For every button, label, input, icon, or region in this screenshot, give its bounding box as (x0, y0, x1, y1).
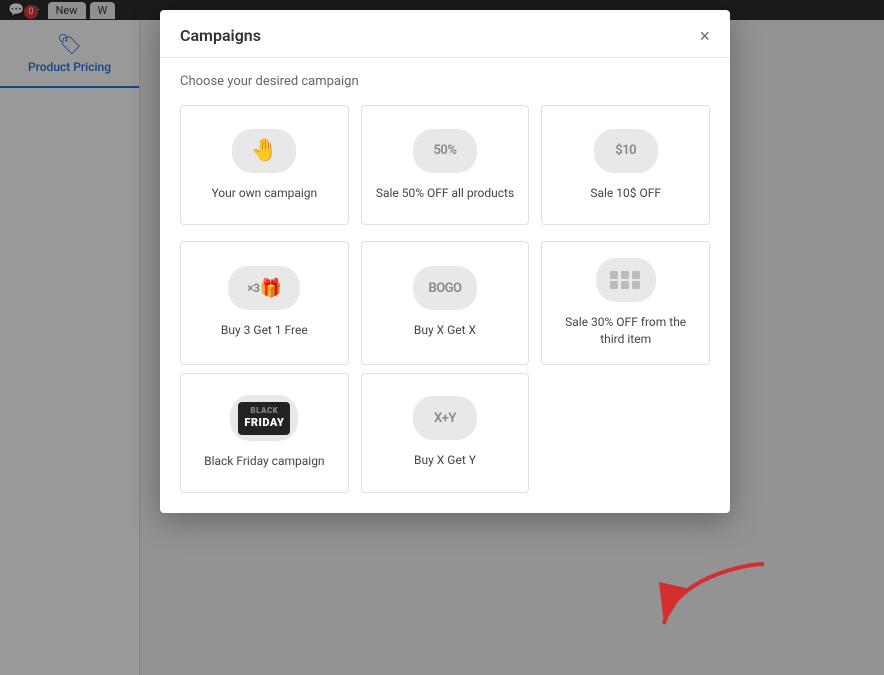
blackfriday-icon: BLACK FRIDAY (230, 395, 298, 441)
arrow-annotation (654, 559, 774, 643)
modal-title: Campaigns (180, 26, 261, 45)
buyxgety-icon: X+Y (413, 396, 477, 440)
campaign-card-sale10[interactable]: $10 Sale 10$ OFF (541, 105, 710, 225)
sale30-label: Sale 30% OFF from the third item (554, 314, 697, 348)
own-campaign-label: Your own campaign (211, 185, 317, 202)
campaign-card-buy3get1[interactable]: ×3 🎁 Buy 3 Get 1 Free (180, 241, 349, 365)
sale10-icon: $10 (594, 129, 658, 173)
sale10-label: Sale 10$ OFF (590, 185, 661, 202)
buyxgety-label: Buy X Get Y (414, 452, 476, 469)
campaign-card-sale50[interactable]: 50% Sale 50% OFF all products (361, 105, 530, 225)
campaign-card-own[interactable]: 🤚 Your own campaign (180, 105, 349, 225)
campaign-card-buyxgety[interactable]: X+Y Buy X Get Y (361, 373, 530, 493)
modal-subtitle: Choose your desired campaign (160, 58, 730, 97)
campaign-grid-row1: 🤚 Your own campaign 50% Sale 50% OFF all… (160, 97, 730, 233)
campaigns-modal: Campaigns × Choose your desired campaign… (160, 10, 730, 513)
blackfriday-label: Black Friday campaign (204, 453, 324, 470)
buy3get1-label: Buy 3 Get 1 Free (221, 322, 308, 339)
modal-close-button[interactable]: × (699, 27, 710, 45)
sale50-icon: 50% (413, 129, 477, 173)
campaign-card-bogo[interactable]: BOGO Buy X Get X (361, 241, 530, 365)
buy3get1-icon: ×3 🎁 (228, 266, 300, 310)
empty-cell (541, 373, 710, 493)
own-campaign-icon: 🤚 (232, 129, 296, 173)
red-arrow-svg (654, 559, 774, 639)
bogo-label: Buy X Get X (414, 322, 476, 339)
campaign-grid-row2: ×3 🎁 Buy 3 Get 1 Free BOGO Buy X Get X S… (160, 233, 730, 373)
campaign-card-sale30[interactable]: Sale 30% OFF from the third item (541, 241, 710, 365)
campaign-card-blackfriday[interactable]: BLACK FRIDAY Black Friday campaign (180, 373, 349, 493)
bogo-icon: BOGO (413, 266, 477, 310)
sale50-label: Sale 50% OFF all products (376, 185, 514, 202)
sale30-icon (596, 258, 656, 302)
modal-header: Campaigns × (160, 10, 730, 58)
campaign-grid-row3: BLACK FRIDAY Black Friday campaign X+Y B… (160, 373, 730, 493)
